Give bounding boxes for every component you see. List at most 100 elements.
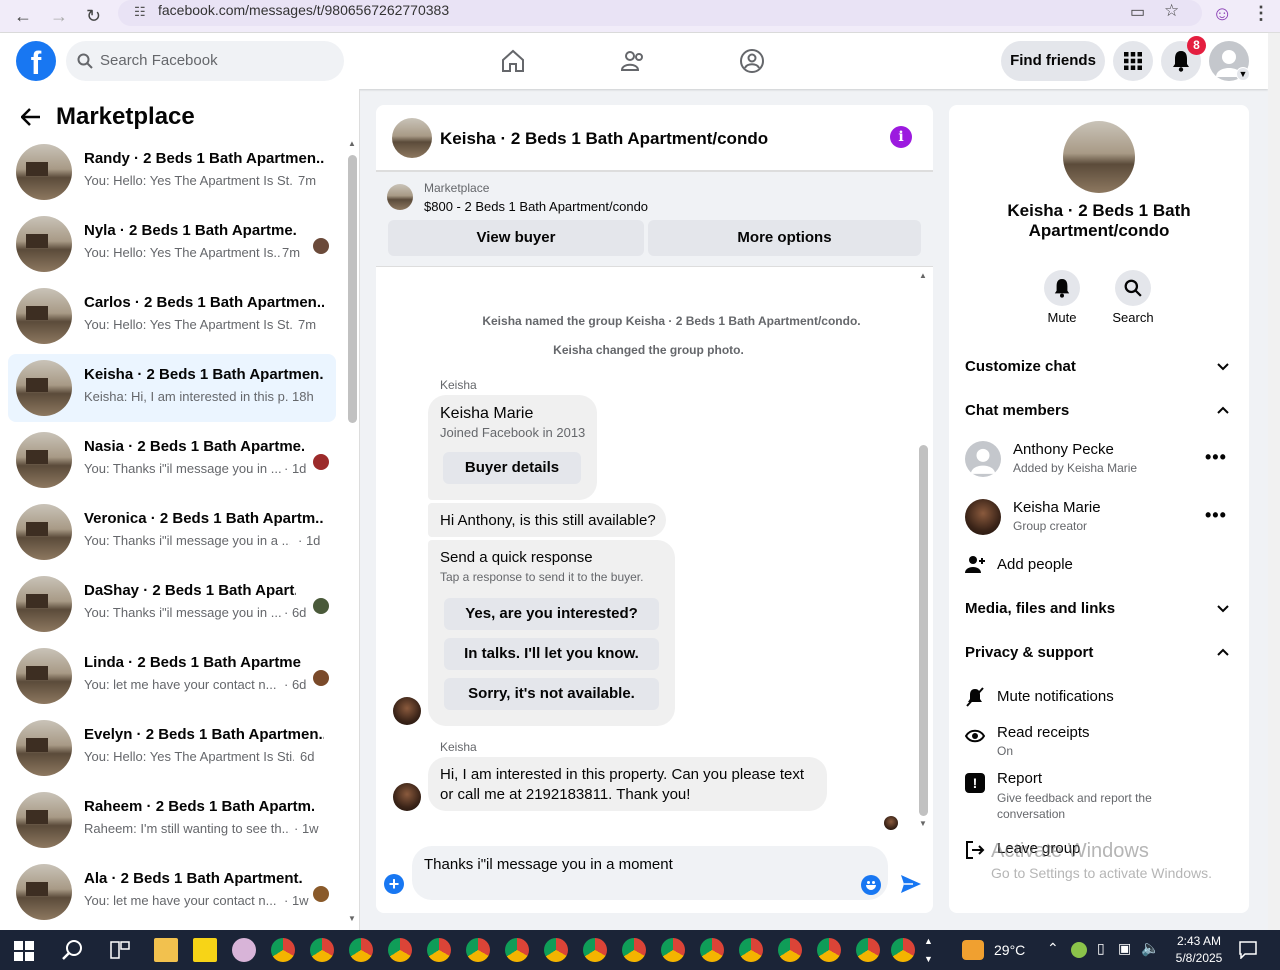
conversation-item[interactable]: Carlos · 2 Beds 1 Bath Apartmen... You: … <box>8 282 336 350</box>
page-scrollbar[interactable] <box>1268 33 1280 930</box>
chevron-up-icon[interactable] <box>1217 406 1229 414</box>
clock-time[interactable]: 2:43 AM <box>1172 934 1226 948</box>
customize-chat-row[interactable]: Customize chat <box>965 358 1076 375</box>
chrome-profile-icon[interactable] <box>661 938 685 962</box>
chrome-profile-icon[interactable] <box>891 938 915 962</box>
scroll-up-icon[interactable]: ▲ <box>919 271 927 280</box>
file-explorer-icon[interactable] <box>154 938 178 962</box>
taskbar-scroll-icon[interactable]: ▲ ▼ <box>924 932 933 968</box>
sticky-notes-icon[interactable] <box>193 938 217 962</box>
send-icon[interactable] <box>901 875 921 893</box>
menu-button[interactable] <box>1113 41 1153 81</box>
chat-thumbnail[interactable] <box>392 118 432 158</box>
member-options-icon[interactable]: ••• <box>1205 505 1227 526</box>
view-buyer-button[interactable]: View buyer <box>388 220 644 256</box>
volume-icon[interactable]: 🔈 <box>1141 939 1160 957</box>
conversation-item[interactable]: Nasia · 2 Beds 1 Bath Apartme... You: Th… <box>8 426 336 494</box>
chrome-profile-icon[interactable] <box>583 938 607 962</box>
find-friends-button[interactable]: Find friends <box>1001 41 1105 81</box>
profile-icon[interactable]: ☺ <box>1212 3 1232 26</box>
chrome-profile-icon[interactable] <box>778 938 802 962</box>
groups-icon[interactable] <box>738 47 766 75</box>
chrome-profile-icon[interactable] <box>310 938 334 962</box>
conversation-item[interactable]: Ala · 2 Beds 1 Bath Apartment... You: le… <box>8 858 336 926</box>
chrome-profile-icon[interactable] <box>466 938 490 962</box>
notification-center-icon[interactable] <box>1239 941 1257 959</box>
conversation-item[interactable]: Evelyn · 2 Beds 1 Bath Apartmen... You: … <box>8 714 336 782</box>
sender-avatar[interactable] <box>393 697 421 725</box>
windows-start-icon[interactable] <box>14 941 34 961</box>
site-info-icon[interactable]: ☷ <box>134 4 146 20</box>
weather-icon[interactable] <box>962 940 984 960</box>
report-row[interactable]: Report <box>997 770 1042 787</box>
scroll-down-icon[interactable]: ▼ <box>919 819 927 828</box>
weather-temp[interactable]: 29°C <box>994 942 1025 958</box>
snipping-tool-icon[interactable] <box>232 938 256 962</box>
member-avatar[interactable] <box>965 499 1001 535</box>
quick-reply-yes-button[interactable]: Yes, are you interested? <box>444 598 659 630</box>
mute-button[interactable] <box>1044 270 1080 306</box>
chrome-profile-icon[interactable] <box>505 938 529 962</box>
conversation-item[interactable]: Randy · 2 Beds 1 Bath Apartmen... You: H… <box>8 138 336 206</box>
friends-icon[interactable] <box>619 47 647 75</box>
battery-icon[interactable]: ▯ <box>1097 940 1105 957</box>
message-input[interactable]: Thanks i"il message you in a moment <box>412 846 888 900</box>
member-name[interactable]: Keisha Marie <box>1013 499 1101 516</box>
chat-list-scrollbar[interactable] <box>348 155 357 423</box>
add-people-row[interactable]: Add people <box>997 556 1073 573</box>
conversation-item-selected[interactable]: Keisha · 2 Beds 1 Bath Apartmen... Keish… <box>8 354 336 422</box>
chrome-profile-icon[interactable] <box>544 938 568 962</box>
chrome-icon[interactable] <box>271 938 295 962</box>
media-files-links-row[interactable]: Media, files and links <box>965 600 1115 617</box>
network-icon[interactable]: ▣ <box>1118 940 1131 957</box>
install-app-icon[interactable]: ▭ <box>1130 2 1145 22</box>
scroll-up-icon[interactable]: ▲ <box>348 139 356 148</box>
member-avatar[interactable] <box>965 441 1001 477</box>
add-attachment-icon[interactable]: + <box>384 874 404 894</box>
chrome-profile-icon[interactable] <box>700 938 724 962</box>
bookmark-star-icon[interactable]: ☆ <box>1164 1 1179 21</box>
taskbar-search-icon[interactable] <box>61 939 83 961</box>
chevron-up-icon[interactable] <box>1217 648 1229 656</box>
clock-date[interactable]: 5/8/2025 <box>1168 951 1230 965</box>
conversation-item[interactable]: Nyla · 2 Beds 1 Bath Apartme... You: Hel… <box>8 210 336 278</box>
scroll-down-icon[interactable]: ▼ <box>348 914 356 923</box>
browser-menu-icon[interactable]: ⋮ <box>1252 3 1270 24</box>
conversation-item[interactable]: Linda · 2 Beds 1 Bath Apartme... You: le… <box>8 642 336 710</box>
tray-app-icon[interactable] <box>1071 942 1087 958</box>
sender-avatar[interactable] <box>393 783 421 811</box>
mute-notifications-row[interactable]: Mute notifications <box>997 688 1114 705</box>
privacy-support-row[interactable]: Privacy & support <box>965 644 1093 661</box>
more-options-button[interactable]: More options <box>648 220 921 256</box>
forward-arrow-icon[interactable]: → <box>50 6 68 27</box>
chat-title[interactable]: Keisha · 2 Beds 1 Bath Apartment/condo <box>440 129 768 149</box>
emoji-icon[interactable] <box>861 875 881 895</box>
chrome-profile-icon[interactable] <box>856 938 880 962</box>
chrome-profile-icon[interactable] <box>427 938 451 962</box>
chat-members-row[interactable]: Chat members <box>965 402 1069 419</box>
task-view-icon[interactable] <box>110 941 130 959</box>
buyer-details-button[interactable]: Buyer details <box>443 452 581 484</box>
member-name[interactable]: Anthony Pecke <box>1013 441 1114 458</box>
chrome-profile-icon[interactable] <box>817 938 841 962</box>
search-conversation-button[interactable] <box>1115 270 1151 306</box>
address-bar[interactable]: ☷ facebook.com/messages/t/98065672627703… <box>118 0 1202 26</box>
read-receipts-row[interactable]: Read receipts <box>997 724 1090 741</box>
member-options-icon[interactable]: ••• <box>1205 447 1227 468</box>
chrome-profile-icon[interactable] <box>349 938 373 962</box>
show-hidden-icons-icon[interactable]: ⌃ <box>1047 940 1059 957</box>
group-photo[interactable] <box>1063 121 1135 193</box>
search-input[interactable]: Search Facebook <box>66 41 344 81</box>
chrome-profile-icon[interactable] <box>388 938 412 962</box>
chat-scrollbar[interactable] <box>919 445 928 816</box>
account-chevron-down-icon[interactable]: ▼ <box>1236 67 1250 81</box>
info-icon[interactable]: i <box>890 126 912 148</box>
quick-reply-sorry-button[interactable]: Sorry, it's not available. <box>444 678 659 710</box>
back-arrow-icon[interactable] <box>21 108 41 126</box>
conversation-item[interactable]: Raheem · 2 Beds 1 Bath Apartm... Raheem:… <box>8 786 336 854</box>
conversation-item[interactable]: Veronica · 2 Beds 1 Bath Apartm... You: … <box>8 498 336 566</box>
chrome-profile-icon[interactable] <box>622 938 646 962</box>
reload-icon[interactable]: ↻ <box>86 6 101 27</box>
chevron-down-icon[interactable] <box>1217 363 1229 371</box>
chrome-profile-icon[interactable] <box>739 938 763 962</box>
